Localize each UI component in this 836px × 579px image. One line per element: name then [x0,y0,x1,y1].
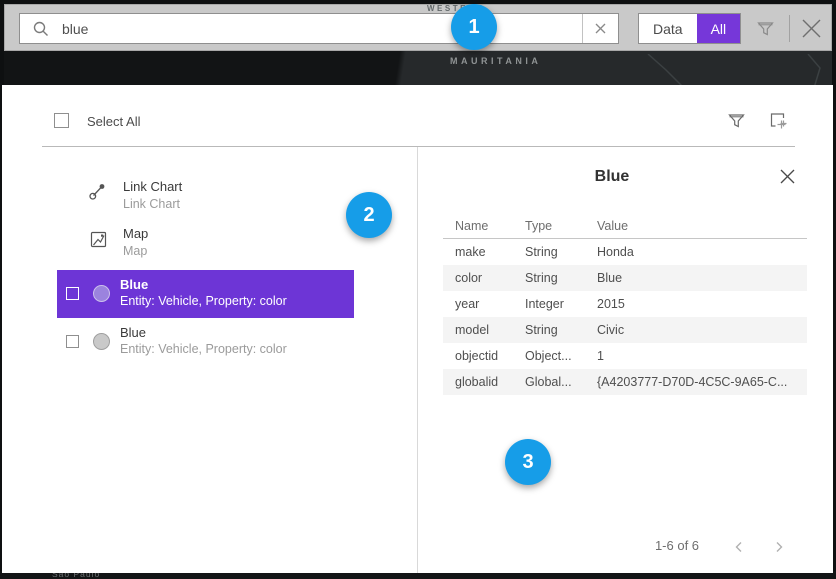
cell-value: Honda [597,239,803,265]
attribute-table: Name Type Value make String Honda color … [443,213,807,395]
pagination-label: 1-6 of 6 [612,538,742,553]
item-title: Link Chart [123,179,182,194]
cell-name: year [455,291,523,317]
cell-value: 1 [597,343,803,369]
cell-type: String [525,317,595,343]
detail-title: Blue [442,168,782,186]
table-row: model String Civic [443,317,807,343]
item-subtitle: Link Chart [123,197,180,211]
detail-close-icon[interactable] [779,168,796,185]
callout-2: 2 [346,192,392,238]
cell-type: Global... [525,369,595,395]
toolbar-divider [789,15,790,42]
table-row: objectid Object... 1 [443,343,807,369]
item-title: Blue [120,325,146,340]
item-title: Map [123,226,148,241]
panel-vertical-divider [417,147,418,573]
cell-value: 2015 [597,291,803,317]
result-item-blue-selected[interactable]: Blue Entity: Vehicle, Property: color [57,270,354,318]
cell-value: Civic [597,317,803,343]
map-icon [89,230,108,249]
result-item-map[interactable]: Map Map [57,221,354,269]
cell-type: String [525,239,595,265]
cell-name: color [455,265,523,291]
item-subtitle: Map [123,244,147,258]
search-icon [32,20,50,38]
item-title: Blue [120,277,148,292]
cell-name: objectid [455,343,523,369]
item-subtitle: Entity: Vehicle, Property: color [120,342,287,356]
column-header-name: Name [455,213,523,239]
search-toolbar: blue Data All [4,4,832,51]
column-header-type: Type [525,213,595,239]
table-header: Name Type Value [443,213,807,239]
close-icon [595,23,606,34]
search-value: blue [62,21,582,37]
point-symbol-icon [93,285,110,302]
table-row: year Integer 2015 [443,291,807,317]
item-checkbox[interactable] [66,287,79,300]
filter-icon[interactable] [755,18,776,39]
app-screen: MAURITANIA São Paulo blue Data All WESTE… [0,0,836,579]
toggle-option-data[interactable]: Data [639,14,697,43]
add-to-selection-icon[interactable] [767,110,788,131]
data-all-toggle: Data All [638,13,741,44]
result-item-link-chart[interactable]: Link Chart Link Chart [57,173,354,221]
select-all-checkbox[interactable] [54,113,69,128]
item-checkbox[interactable] [66,335,79,348]
select-all-label: Select All [87,114,140,129]
prev-page-icon[interactable] [732,540,746,554]
table-row: make String Honda [443,239,807,265]
panel-filter-icon[interactable] [726,110,747,131]
point-symbol-icon [93,333,110,350]
cell-value: {A4203777-D70D-4C5C-9A65-C... [597,369,803,395]
next-page-icon[interactable] [772,540,786,554]
toggle-option-all[interactable]: All [697,14,741,43]
cell-name: make [455,239,523,265]
table-row: globalid Global... {A4203777-D70D-4C5C-9… [443,369,807,395]
close-search-icon[interactable] [800,17,823,40]
cell-name: model [455,317,523,343]
result-item-blue[interactable]: Blue Entity: Vehicle, Property: color [57,318,354,366]
search-input[interactable]: blue [19,13,619,44]
clear-search-button[interactable] [582,14,618,43]
callout-1: 1 [451,4,497,50]
table-row: color String Blue [443,265,807,291]
cell-type: Object... [525,343,595,369]
cell-value: Blue [597,265,803,291]
item-subtitle: Entity: Vehicle, Property: color [120,294,287,308]
cell-type: String [525,265,595,291]
panel-divider [42,146,795,147]
link-chart-icon [88,181,108,201]
column-header-value: Value [597,213,803,239]
cell-name: globalid [455,369,523,395]
callout-3: 3 [505,439,551,485]
cell-type: Integer [525,291,595,317]
results-panel: Select All Link Chart Link Chart Map Map [2,85,833,573]
